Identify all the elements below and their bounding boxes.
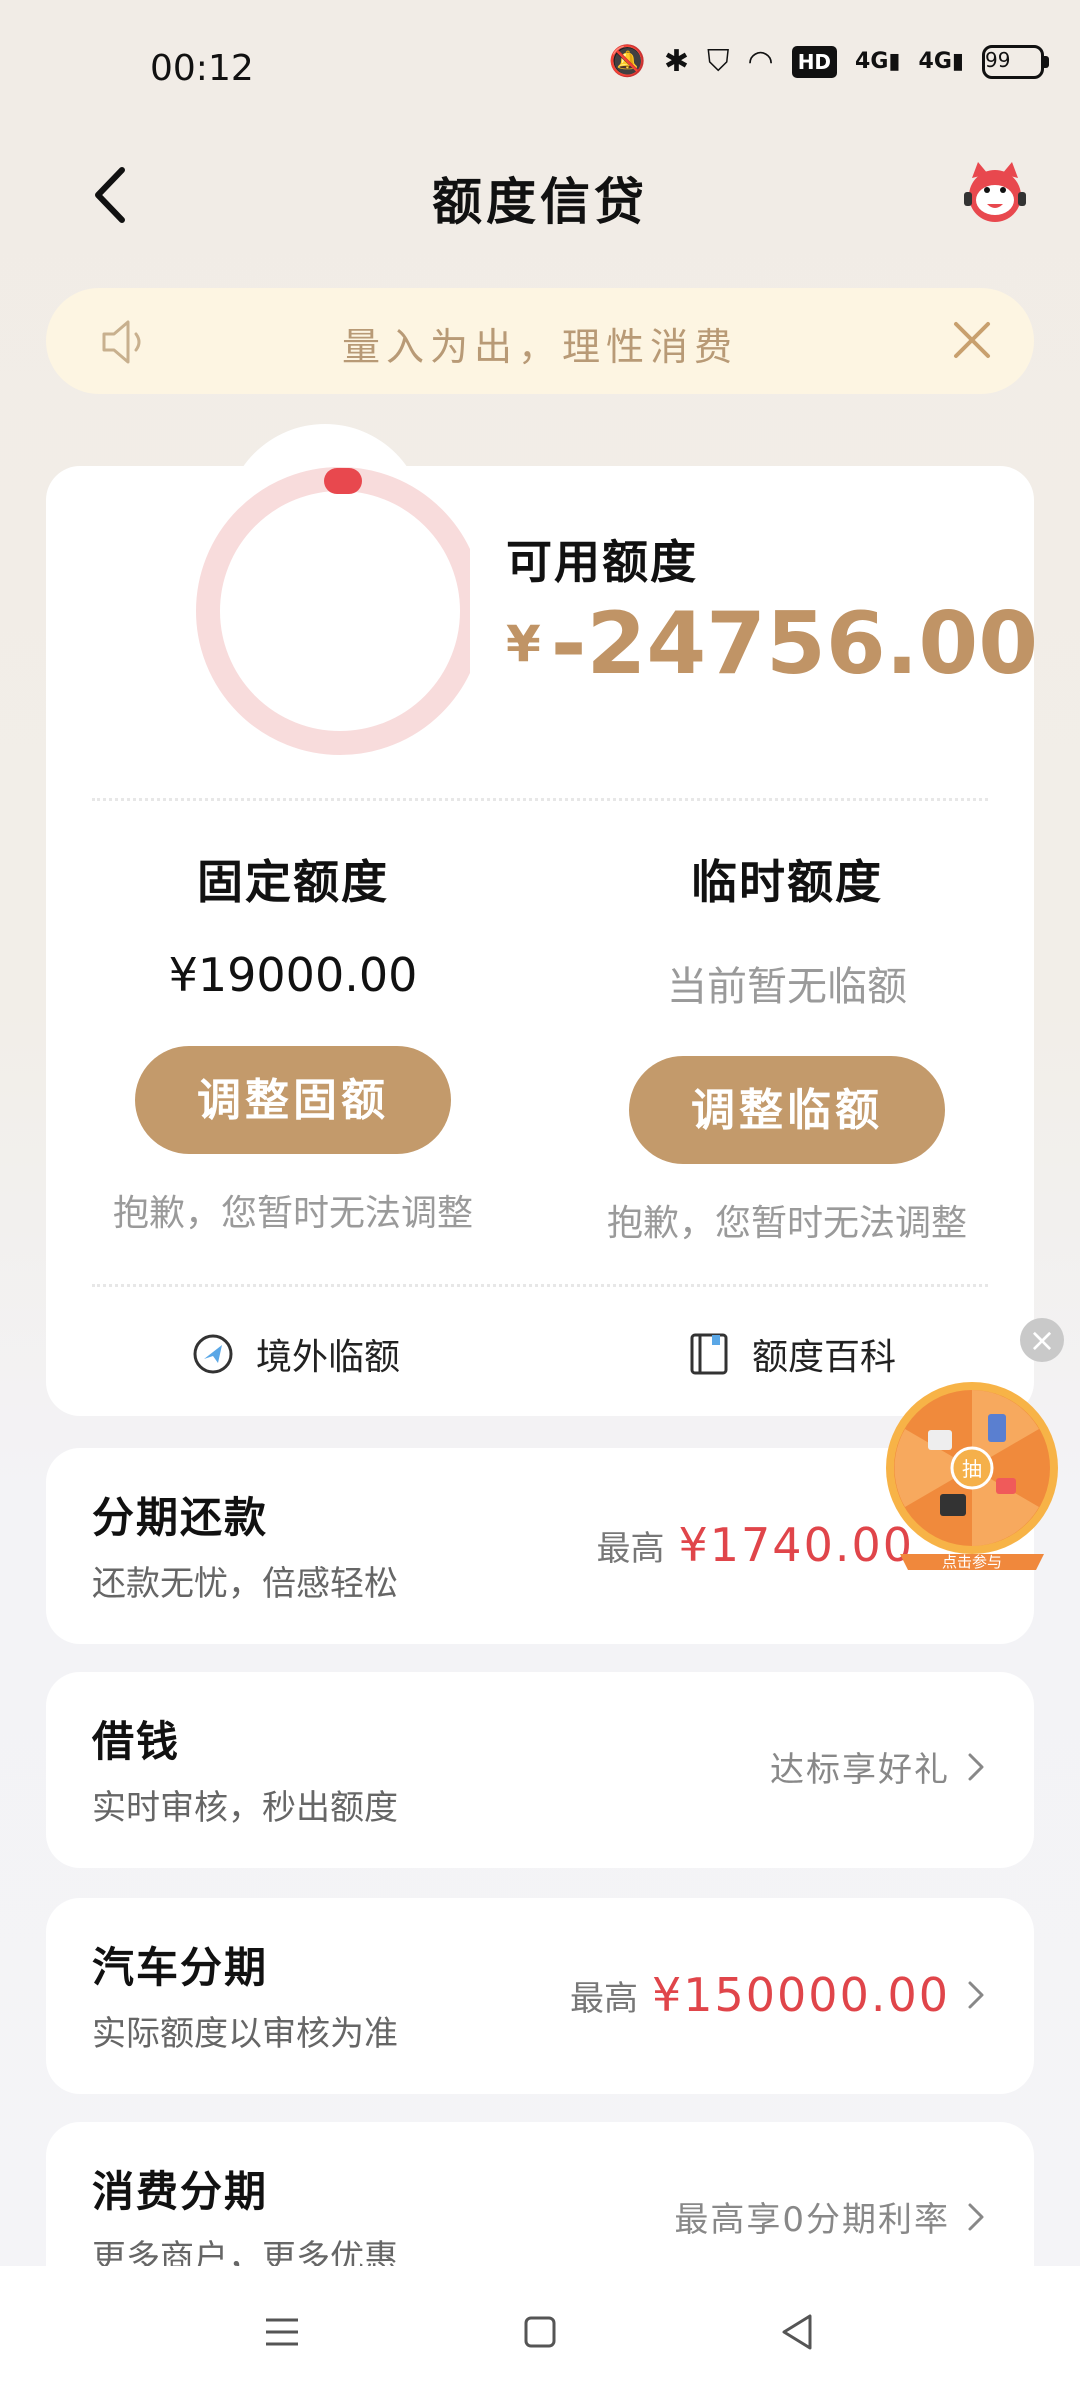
divider bbox=[92, 798, 988, 801]
adjust-temp-button[interactable]: 调整临额 bbox=[629, 1056, 945, 1164]
lottery-wheel-widget[interactable]: × 抽 点击参与 bbox=[880, 1318, 1064, 1578]
overseas-credit-link[interactable]: 境外临额 bbox=[190, 1328, 400, 1380]
credit-card: 可用额度 ¥ -24756.00 固定额度 ¥19000.00 调整固额 抱歉，您… bbox=[46, 466, 1038, 1416]
signal-icon-1: 4G▮ bbox=[855, 49, 901, 74]
mascot-service-icon[interactable] bbox=[960, 158, 1030, 228]
plane-globe-icon bbox=[193, 1334, 233, 1374]
temp-credit-note: 抱歉，您暂时无法调整 bbox=[606, 1203, 967, 1244]
adjust-fixed-button[interactable]: 调整固额 bbox=[135, 1046, 451, 1154]
product-right: 最高享0分期利率 bbox=[674, 2192, 988, 2241]
overseas-credit-label: 境外临额 bbox=[256, 1337, 401, 1378]
product-right: 最高 ¥1740.00 bbox=[597, 1518, 915, 1572]
chevron-right-icon bbox=[968, 1753, 984, 1780]
max-prefix: 最高 bbox=[569, 1978, 638, 2019]
credit-wiki-label: 额度百科 bbox=[752, 1337, 897, 1378]
available-amount-value: -24756.00 bbox=[550, 594, 1039, 694]
product-title: 借钱 bbox=[92, 1717, 181, 1766]
back-icon[interactable] bbox=[774, 2308, 822, 2356]
fixed-credit-section: 固定额度 ¥19000.00 调整固额 抱歉，您暂时无法调整 bbox=[46, 846, 540, 1236]
chevron-right-icon bbox=[968, 2203, 984, 2230]
temp-credit-value: 当前暂无临额 bbox=[667, 964, 907, 1010]
product-right: 达标享好礼 bbox=[770, 1742, 988, 1791]
notice-text: 量入为出，理性消费 bbox=[341, 325, 738, 369]
product-title: 消费分期 bbox=[92, 2167, 269, 2216]
page-title: 额度信贷 bbox=[432, 173, 648, 231]
ring-progress-marker bbox=[324, 468, 362, 494]
currency-symbol: ¥ bbox=[506, 615, 541, 673]
wifi-icon: ◠ bbox=[747, 44, 774, 79]
max-prefix: 最高 bbox=[596, 1528, 665, 1569]
lottery-wheel: 抽 点击参与 bbox=[886, 1382, 1058, 1571]
fixed-credit-note: 抱歉，您暂时无法调整 bbox=[112, 1193, 473, 1234]
product-title: 汽车分期 bbox=[92, 1943, 269, 1992]
divider bbox=[92, 1284, 988, 1287]
menu-icon[interactable] bbox=[258, 2308, 306, 2356]
product-borrow[interactable]: 借钱 实时审核，秒出额度 达标享好礼 bbox=[46, 1672, 1034, 1868]
max-amount: ¥150000.00 bbox=[651, 1968, 950, 2022]
product-car-installment[interactable]: 汽车分期 实际额度以审核为准 最高 ¥150000.00 bbox=[46, 1898, 1034, 2094]
status-bar: 00:12 🔕 ✱ ⛉ ◠ HD 4G▮ 4G▮ 99 bbox=[0, 0, 1080, 140]
max-amount: ¥1740.00 bbox=[678, 1518, 914, 1572]
fixed-credit-value: ¥19000.00 bbox=[168, 948, 418, 1002]
promo-text: 最高享0分期利率 bbox=[674, 2200, 950, 2240]
fixed-credit-title: 固定额度 bbox=[197, 855, 389, 909]
mute-icon: 🔕 bbox=[608, 44, 646, 79]
system-nav-bar bbox=[0, 2266, 1080, 2400]
home-icon[interactable] bbox=[516, 2308, 564, 2356]
product-subtitle: 实际额度以审核为准 bbox=[92, 2014, 398, 2054]
lottery-banner: 点击参与 bbox=[942, 1553, 1002, 1571]
hd-badge: HD bbox=[791, 45, 838, 78]
shield-icon: ⛉ bbox=[707, 44, 730, 79]
lottery-center-label: 抽 bbox=[962, 1457, 982, 1481]
chevron-right-icon bbox=[968, 1981, 984, 2009]
available-credit-amount: ¥ -24756.00 bbox=[506, 594, 1038, 694]
book-icon bbox=[690, 1333, 728, 1375]
status-icons: 🔕 ✱ ⛉ ◠ HD 4G▮ 4G▮ 99 bbox=[608, 44, 1049, 79]
product-right: 最高 ¥150000.00 bbox=[570, 1968, 988, 2022]
product-subtitle: 还款无忧，倍感轻松 bbox=[92, 1564, 398, 1604]
credit-ring bbox=[196, 467, 470, 755]
credit-wiki-link[interactable]: 额度百科 bbox=[686, 1328, 896, 1380]
product-subtitle: 实时审核，秒出额度 bbox=[92, 1788, 398, 1828]
battery-icon: 99 bbox=[982, 44, 1049, 79]
available-credit-label: 可用额度 bbox=[506, 535, 698, 589]
notice-bar: 量入为出，理性消费 bbox=[46, 288, 1034, 394]
status-time: 00:12 bbox=[150, 48, 254, 89]
temp-credit-title: 临时额度 bbox=[691, 855, 883, 909]
temp-credit-section: 临时额度 当前暂无临额 调整临额 抱歉，您暂时无法调整 bbox=[540, 846, 1034, 1246]
header: 额度信贷 bbox=[0, 140, 1080, 250]
promo-text: 达标享好礼 bbox=[770, 1750, 950, 1790]
bluetooth-icon: ✱ bbox=[663, 44, 689, 79]
product-title: 分期还款 bbox=[92, 1493, 269, 1542]
close-icon[interactable] bbox=[950, 318, 994, 362]
signal-icon-2: 4G▮ bbox=[918, 49, 964, 74]
